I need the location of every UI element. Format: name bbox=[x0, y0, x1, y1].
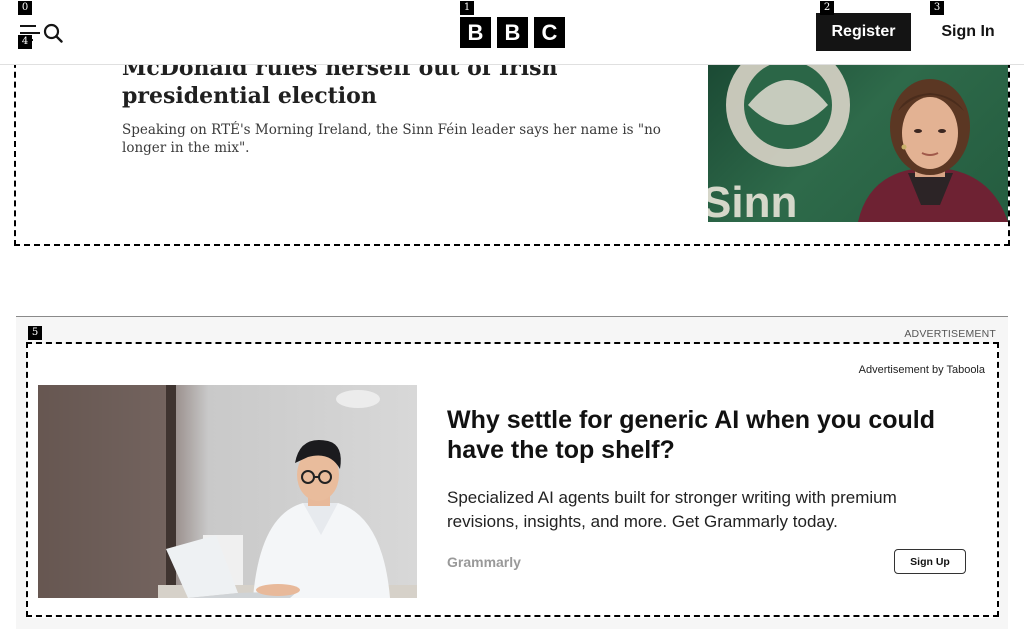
annotation-tag: 1 bbox=[460, 1, 474, 15]
annotation-tag: 0 bbox=[18, 1, 32, 15]
annotation-tag: 5 bbox=[28, 326, 42, 340]
annotation-box-ad bbox=[26, 342, 999, 617]
logo-letter: C bbox=[534, 17, 565, 48]
logo-letter: B bbox=[460, 17, 491, 48]
register-button[interactable]: Register bbox=[816, 13, 911, 51]
annotation-tag: 2 bbox=[820, 1, 834, 15]
annotation-box-article bbox=[14, 52, 1010, 246]
bbc-logo[interactable]: B B C bbox=[460, 17, 566, 48]
logo-letter: B bbox=[497, 17, 528, 48]
annotation-tag: 4 bbox=[18, 35, 32, 49]
search-icon bbox=[43, 23, 63, 43]
site-header: B B C Register Sign In bbox=[0, 0, 1024, 65]
annotation-tag: 3 bbox=[930, 1, 944, 15]
advertisement-label: ADVERTISEMENT bbox=[904, 328, 996, 340]
signin-button[interactable]: Sign In bbox=[928, 14, 1008, 50]
